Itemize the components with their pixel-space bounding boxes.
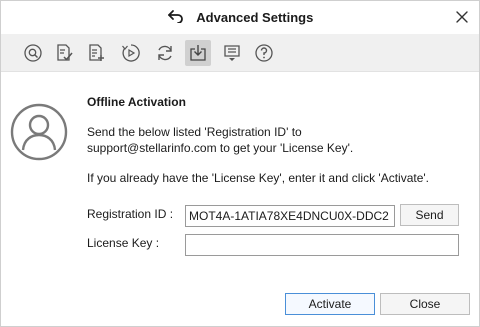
- refresh-icon[interactable]: [152, 40, 178, 66]
- section-heading: Offline Activation: [87, 95, 186, 109]
- help-icon[interactable]: [251, 40, 277, 66]
- document-add-icon[interactable]: [83, 40, 109, 66]
- download-icon[interactable]: [185, 40, 211, 66]
- instruction-line-3: If you already have the 'License Key', e…: [87, 171, 430, 185]
- instruction-line-2: support@stellarinfo.com to get your 'Lic…: [87, 141, 354, 155]
- registration-id-label: Registration ID :: [87, 207, 174, 221]
- list-dropdown-icon[interactable]: [219, 40, 245, 66]
- title-bar: Advanced Settings: [1, 1, 479, 34]
- document-check-icon[interactable]: [51, 40, 77, 66]
- toolbar: [1, 34, 479, 72]
- activate-button[interactable]: Activate: [285, 293, 375, 315]
- title-wrap: Advanced Settings: [1, 9, 479, 26]
- search-scan-icon[interactable]: [20, 40, 46, 66]
- close-window-icon[interactable]: [453, 8, 471, 26]
- instruction-line-1: Send the below listed 'Registration ID' …: [87, 125, 302, 139]
- user-avatar-icon: [10, 103, 68, 161]
- license-key-label: License Key :: [87, 236, 160, 250]
- back-arrow-icon[interactable]: [167, 9, 185, 26]
- advanced-settings-window: Advanced Settings Offline Activation Sen…: [0, 0, 480, 327]
- license-key-input[interactable]: [185, 234, 459, 256]
- send-button[interactable]: Send: [400, 204, 459, 226]
- window-title: Advanced Settings: [196, 10, 314, 26]
- play-step-icon[interactable]: [118, 40, 144, 66]
- registration-id-field[interactable]: MOT4A-1ATIA78XE4DNCU0X-DDC2: [185, 205, 395, 227]
- close-button[interactable]: Close: [380, 293, 470, 315]
